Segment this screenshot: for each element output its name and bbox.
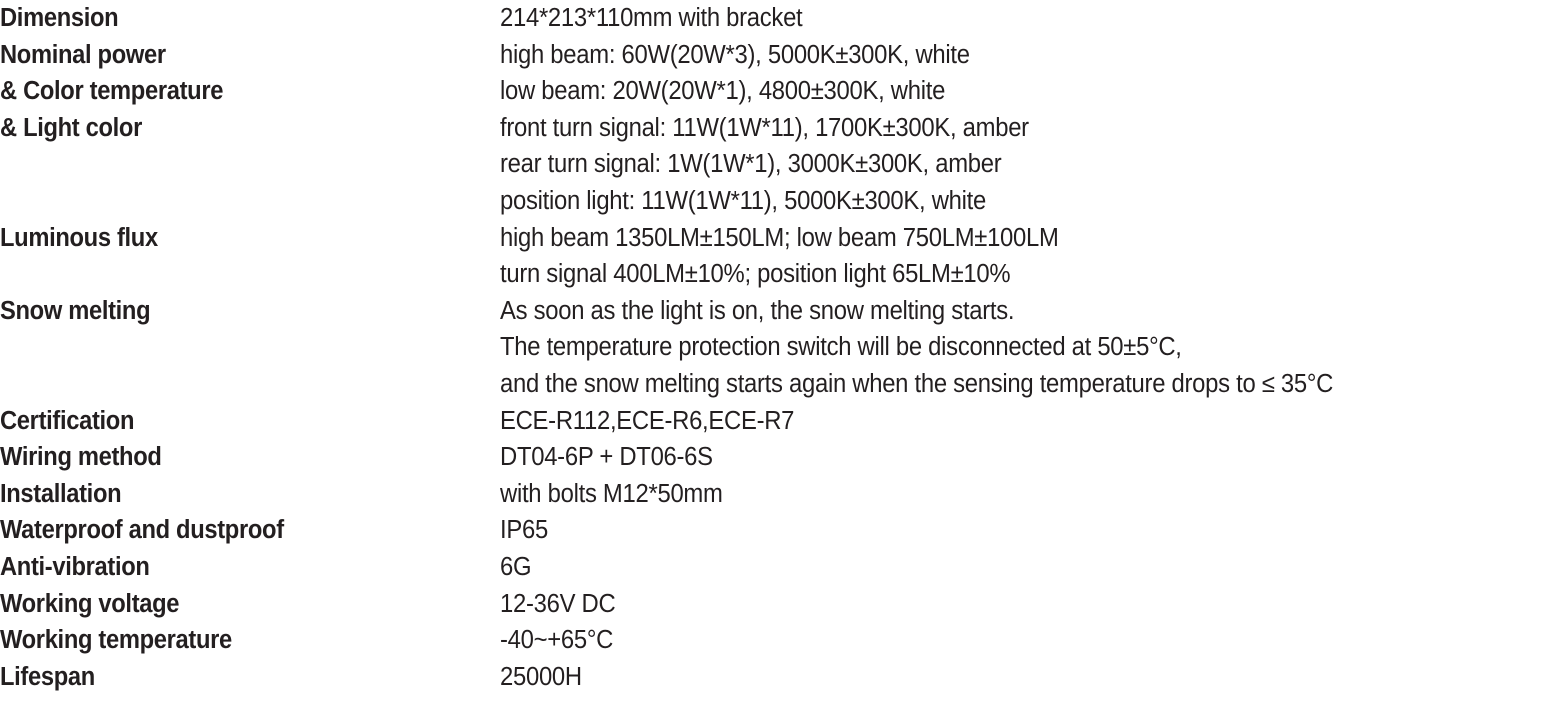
spec-label: Working voltage xyxy=(0,589,180,618)
spec-value: high beam: 60W(20W*3), 5000K±300K, white xyxy=(500,40,970,69)
specification-table: Dimension 214*213*110mm with bracket Nomin… xyxy=(0,0,1561,695)
table-row: Dimension 214*213*110mm with bracket xyxy=(0,0,1561,37)
spec-value: with bolts M12*50mm xyxy=(500,479,723,508)
specification-sheet: Dimension 214*213*110mm with bracket Nomin… xyxy=(0,0,1561,710)
table-row: position light: 11W(1W*11), 5000K±300K, … xyxy=(0,183,1561,220)
spec-value: turn signal 400LM±10%; position light 65… xyxy=(500,260,1011,289)
spec-label: Snow melting xyxy=(0,296,151,325)
spec-label xyxy=(0,256,465,293)
spec-label: Dimension xyxy=(0,4,119,32)
spec-value: position light: 11W(1W*11), 5000K±300K, … xyxy=(500,186,986,215)
spec-label xyxy=(0,329,465,366)
spec-value: As soon as the light is on, the snow mel… xyxy=(500,296,1015,325)
spec-label xyxy=(0,146,465,183)
spec-label: Luminous flux xyxy=(0,223,158,252)
table-row: & Color temperature low beam: 20W(20W*1),… xyxy=(0,73,1561,110)
spec-label: Nominal power xyxy=(0,40,166,69)
spec-value: low beam: 20W(20W*1), 4800±300K, white xyxy=(500,77,946,106)
table-row: and the snow melting starts again when t… xyxy=(0,366,1561,403)
spec-label: Waterproof and dustproof xyxy=(0,516,284,545)
spec-label: & Color temperature xyxy=(0,77,224,106)
spec-value: front turn signal: 11W(1W*11), 1700K±300… xyxy=(500,113,1029,142)
spec-value: The temperature protection switch will b… xyxy=(500,333,1182,362)
spec-label: Certification xyxy=(0,406,135,435)
specification-table-body: Dimension 214*213*110mm with bracket Nomin… xyxy=(0,0,1561,695)
table-row: Lifespan 25000H xyxy=(0,659,1561,696)
spec-label xyxy=(0,366,465,403)
table-row: Nominal power high beam: 60W(20W*3), 5000… xyxy=(0,37,1561,74)
spec-value: -40~+65°C xyxy=(500,626,614,655)
spec-value: 214*213*110mm with bracket xyxy=(500,4,803,32)
table-row: Luminous flux high beam 1350LM±150LM; low… xyxy=(0,220,1561,257)
spec-value: and the snow melting starts again when t… xyxy=(500,369,1334,398)
spec-value: rear turn signal: 1W(1W*1), 3000K±300K, … xyxy=(500,150,1002,179)
spec-label: & Light color xyxy=(0,113,142,142)
spec-label xyxy=(0,183,465,220)
spec-label: Working temperature xyxy=(0,626,232,655)
spec-value: ECE-R112,ECE-R6,ECE-R7 xyxy=(500,406,795,435)
table-row: The temperature protection switch will b… xyxy=(0,329,1561,366)
table-row: Waterproof and dustproof IP65 xyxy=(0,512,1561,549)
spec-label: Installation xyxy=(0,479,122,508)
spec-value: IP65 xyxy=(500,516,548,545)
table-row: & Light color front turn signal: 11W(1W*1… xyxy=(0,110,1561,147)
spec-label: Wiring method xyxy=(0,443,162,472)
spec-label: Anti-vibration xyxy=(0,552,150,581)
table-row: Wiring method DT04-6P + DT06-6S xyxy=(0,439,1561,476)
table-row: turn signal 400LM±10%; position light 65… xyxy=(0,256,1561,293)
table-row: Anti-vibration 6G xyxy=(0,549,1561,586)
spec-value: 12-36V DC xyxy=(500,589,616,618)
table-row: Working temperature -40~+65°C xyxy=(0,622,1561,659)
spec-value: 6G xyxy=(500,552,532,581)
table-row: Working voltage 12-36V DC xyxy=(0,586,1561,623)
spec-label: Lifespan xyxy=(0,662,95,691)
table-row: Snow melting As soon as the light is on, … xyxy=(0,293,1561,330)
table-row: Installation with bolts M12*50mm xyxy=(0,476,1561,513)
spec-value: DT04-6P + DT06-6S xyxy=(500,443,713,472)
spec-value: 25000H xyxy=(500,662,582,691)
table-row: rear turn signal: 1W(1W*1), 3000K±300K, … xyxy=(0,146,1561,183)
spec-value: high beam 1350LM±150LM; low beam 750LM±1… xyxy=(500,223,1059,252)
table-row: Certification ECE-R112,ECE-R6,ECE-R7 xyxy=(0,403,1561,440)
